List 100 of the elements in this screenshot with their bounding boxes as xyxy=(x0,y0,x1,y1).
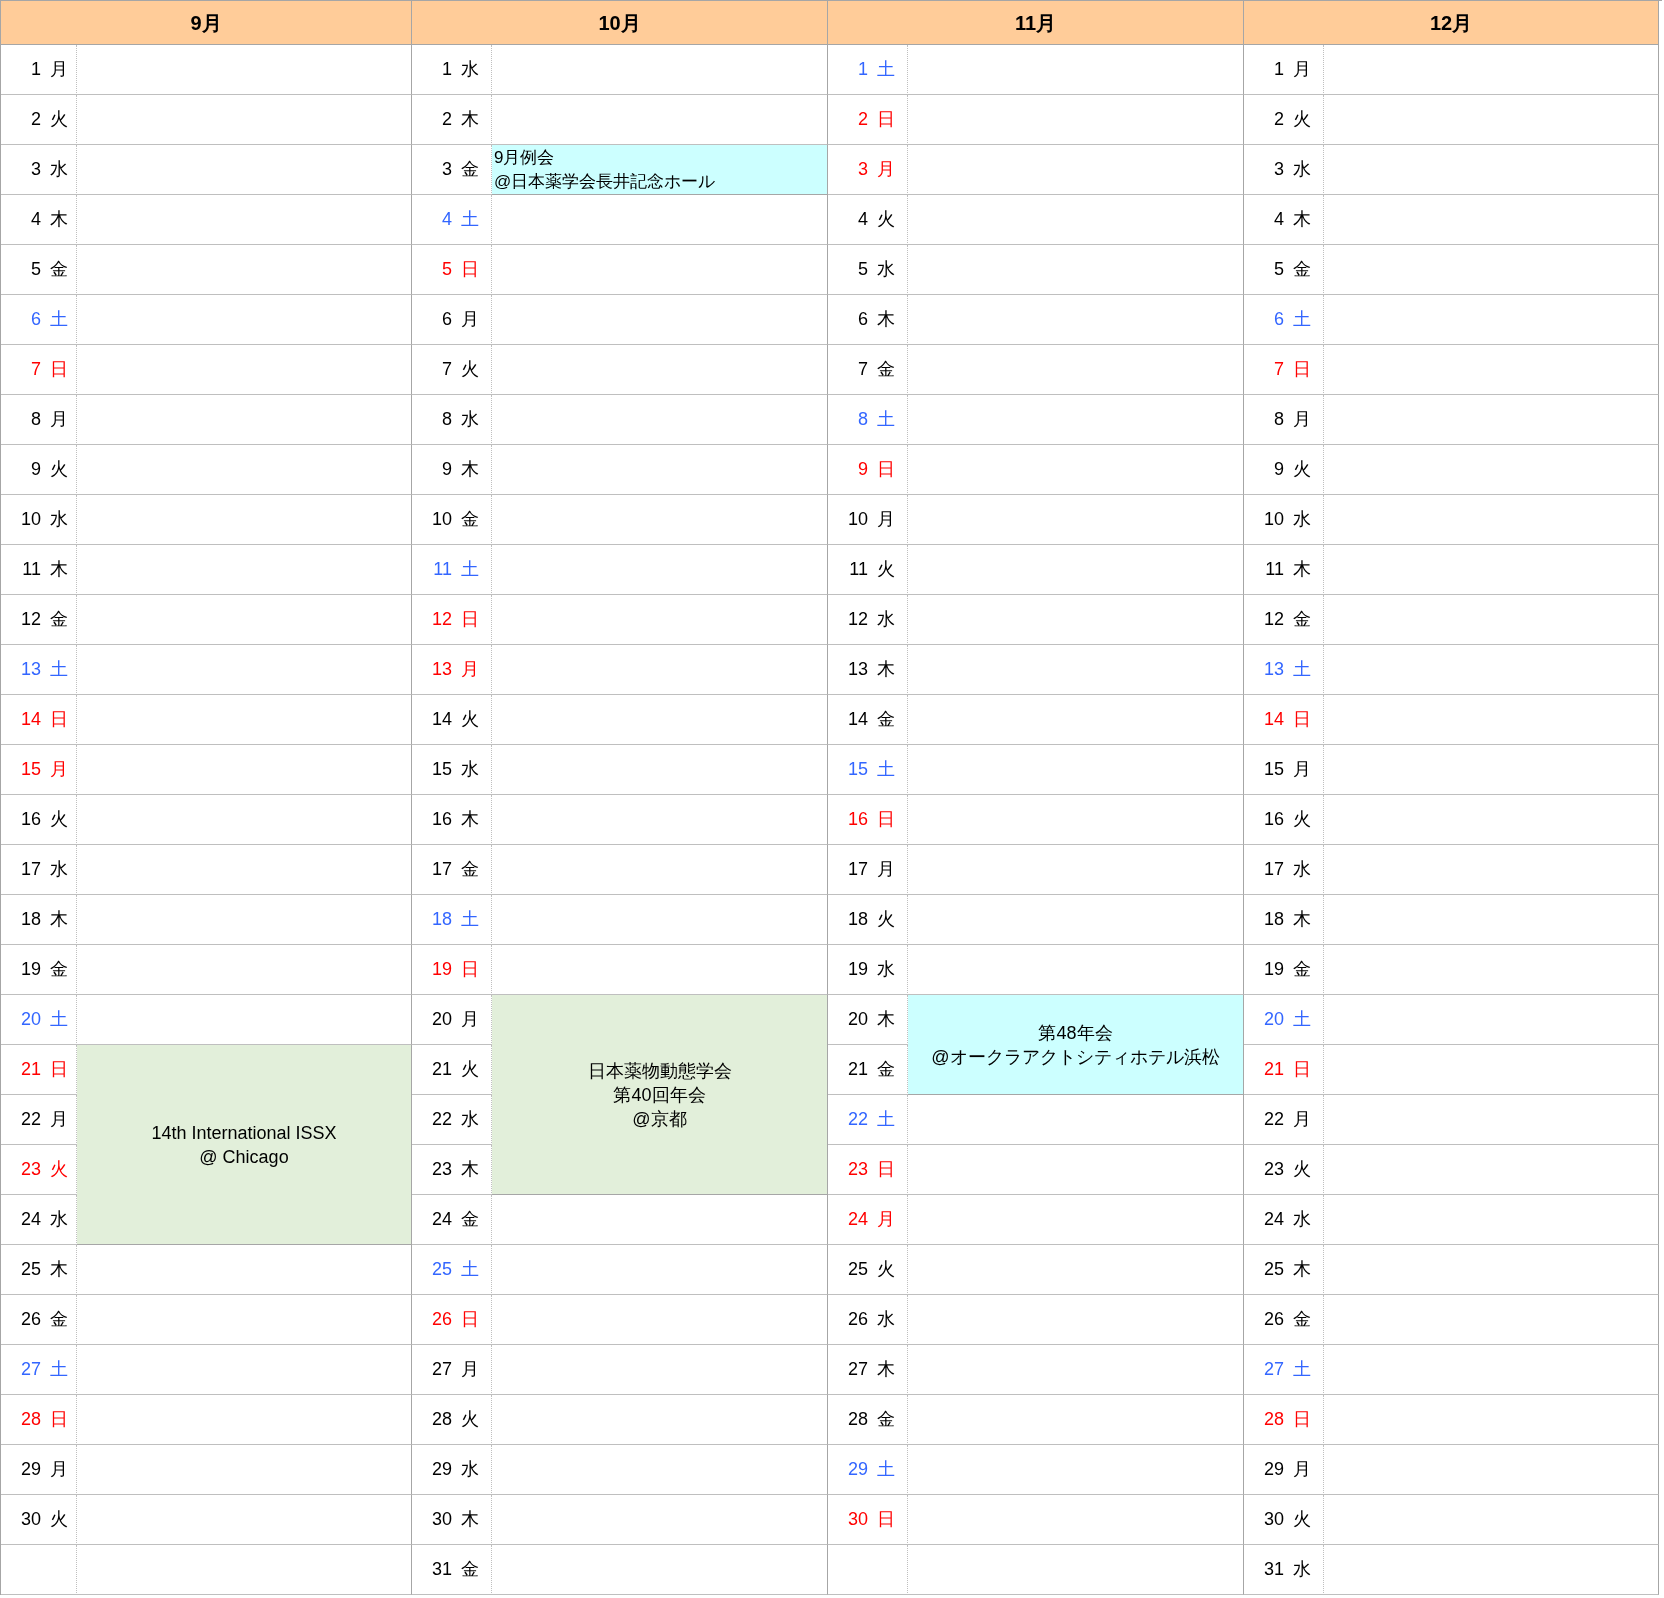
weekday-label: 日 xyxy=(877,458,895,481)
weekday-label: 火 xyxy=(461,358,479,381)
month-header: 12月 xyxy=(1244,1,1659,45)
day-number: 25 xyxy=(19,1258,41,1281)
weekday-label: 水 xyxy=(1293,1558,1311,1581)
day-number: 27 xyxy=(19,1358,41,1381)
weekday-label: 金 xyxy=(461,1208,479,1231)
event-text: 第40回年会 xyxy=(613,1083,706,1107)
day-number: 14 xyxy=(430,708,452,731)
day-number: 13 xyxy=(846,658,868,681)
day-number: 5 xyxy=(857,258,868,281)
weekday-label: 金 xyxy=(461,858,479,881)
event-text: @京都 xyxy=(632,1107,687,1131)
weekday-label: 土 xyxy=(50,658,68,681)
weekday-label: 月 xyxy=(50,758,68,781)
weekday-label: 木 xyxy=(1293,1258,1311,1281)
day-number: 7 xyxy=(1273,358,1284,381)
weekday-label: 土 xyxy=(461,908,479,931)
weekday-label: 木 xyxy=(877,1008,895,1031)
day-number: 9 xyxy=(1273,458,1284,481)
day-number: 23 xyxy=(846,1158,868,1181)
day-number: 3 xyxy=(857,158,868,181)
month-header: 9月 xyxy=(1,1,412,45)
weekday-label: 日 xyxy=(50,708,68,731)
day-number: 23 xyxy=(430,1158,452,1181)
weekday-label: 金 xyxy=(877,1058,895,1081)
day-number: 17 xyxy=(430,858,452,881)
weekday-label: 火 xyxy=(1293,808,1311,831)
day-number: 1 xyxy=(30,58,41,81)
day-number: 18 xyxy=(846,908,868,931)
day-number: 15 xyxy=(846,758,868,781)
day-number: 11 xyxy=(21,558,41,581)
day-number: 6 xyxy=(441,308,452,331)
weekday-label: 水 xyxy=(461,1458,479,1481)
weekday-label: 木 xyxy=(1293,208,1311,231)
day-number: 16 xyxy=(19,808,41,831)
weekday-label: 日 xyxy=(461,258,479,281)
day-number: 17 xyxy=(846,858,868,881)
day-number: 4 xyxy=(857,208,868,231)
weekday-label: 水 xyxy=(461,1108,479,1131)
day-number: 6 xyxy=(1273,308,1284,331)
day-number: 19 xyxy=(1262,958,1284,981)
weekday-label: 月 xyxy=(1293,758,1311,781)
weekday-label: 水 xyxy=(1293,508,1311,531)
weekday-label: 土 xyxy=(1293,1358,1311,1381)
day-number: 8 xyxy=(1273,408,1284,431)
weekday-label: 月 xyxy=(877,158,895,181)
weekday-label: 日 xyxy=(1293,1058,1311,1081)
day-number: 30 xyxy=(430,1508,452,1531)
day-number: 21 xyxy=(1262,1058,1284,1081)
day-number: 29 xyxy=(19,1458,41,1481)
weekday-label: 木 xyxy=(461,808,479,831)
day-number: 19 xyxy=(430,958,452,981)
day-number: 24 xyxy=(430,1208,452,1231)
day-number: 26 xyxy=(430,1308,452,1331)
day-number: 12 xyxy=(430,608,452,631)
weekday-label: 水 xyxy=(461,408,479,431)
day-number: 10 xyxy=(19,508,41,531)
day-number: 1 xyxy=(857,58,868,81)
weekday-label: 木 xyxy=(461,458,479,481)
day-number: 2 xyxy=(441,108,452,131)
day-number: 30 xyxy=(846,1508,868,1531)
day-number: 29 xyxy=(846,1458,868,1481)
weekday-label: 月 xyxy=(461,1008,479,1031)
day-number: 9 xyxy=(30,458,41,481)
day-number: 13 xyxy=(430,658,452,681)
weekday-label: 火 xyxy=(1293,1508,1311,1531)
weekday-label: 火 xyxy=(461,1058,479,1081)
weekday-label: 土 xyxy=(50,1008,68,1031)
weekday-label: 土 xyxy=(461,208,479,231)
day-number: 12 xyxy=(846,608,868,631)
weekday-label: 水 xyxy=(50,858,68,881)
weekday-label: 火 xyxy=(877,1258,895,1281)
weekday-label: 火 xyxy=(1293,458,1311,481)
day-number: 28 xyxy=(1262,1408,1284,1431)
day-number: 6 xyxy=(857,308,868,331)
day-number: 7 xyxy=(441,358,452,381)
weekday-label: 月 xyxy=(1293,58,1311,81)
day-number: 10 xyxy=(1262,508,1284,531)
day-number: 2 xyxy=(30,108,41,131)
weekday-label: 火 xyxy=(877,208,895,231)
weekday-label: 木 xyxy=(50,208,68,231)
weekday-label: 日 xyxy=(1293,358,1311,381)
weekday-label: 月 xyxy=(461,658,479,681)
day-number: 16 xyxy=(1262,808,1284,831)
weekday-label: 水 xyxy=(50,158,68,181)
day-number: 8 xyxy=(857,408,868,431)
day-number: 15 xyxy=(1262,758,1284,781)
event-text: @日本薬学会長井記念ホール xyxy=(494,171,716,193)
day-number: 28 xyxy=(430,1408,452,1431)
weekday-label: 水 xyxy=(1293,858,1311,881)
day-number: 21 xyxy=(846,1058,868,1081)
month-header: 10月 xyxy=(412,1,828,45)
day-number: 25 xyxy=(846,1258,868,1281)
day-number: 14 xyxy=(19,708,41,731)
weekday-label: 火 xyxy=(50,1158,68,1181)
weekday-label: 火 xyxy=(877,558,895,581)
weekday-label: 木 xyxy=(461,1158,479,1181)
day-number: 9 xyxy=(857,458,868,481)
weekday-label: 火 xyxy=(50,458,68,481)
